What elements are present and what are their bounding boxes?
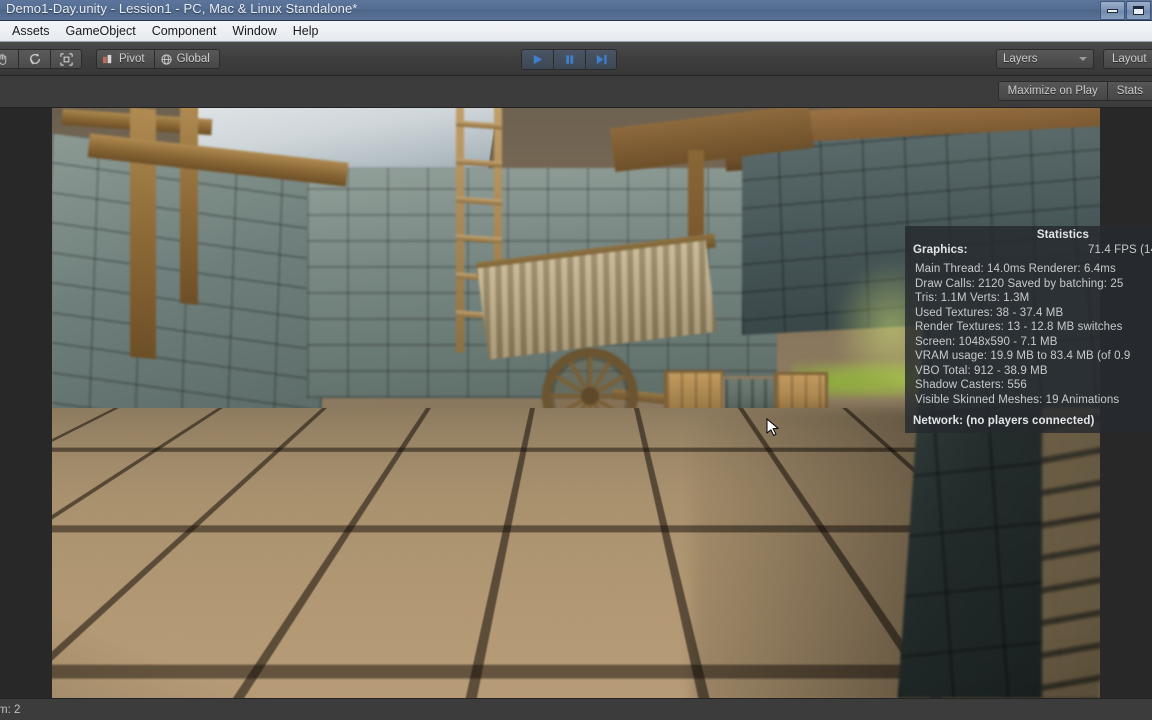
wood-beam-left-2 bbox=[180, 108, 198, 305]
stat-line: Render Textures: 13 - 12.8 MB switches bbox=[915, 320, 1152, 335]
layout-label: Layout bbox=[1112, 53, 1147, 65]
rotate-icon bbox=[28, 52, 42, 66]
play-controls-group bbox=[521, 49, 617, 69]
game-view[interactable]: Statistics Graphics: 71.4 FPS (14 Main T… bbox=[0, 108, 1152, 698]
pivot-label: Pivot bbox=[119, 53, 145, 65]
globe-icon bbox=[161, 54, 172, 65]
window-titlebar: Demo1-Day.unity - Lession1 - PC, Mac & L… bbox=[0, 0, 1152, 21]
layers-label: Layers bbox=[1003, 53, 1038, 65]
global-button[interactable]: Global bbox=[154, 49, 220, 69]
status-bar: m: 2 bbox=[0, 698, 1152, 720]
stat-line: Screen: 1048x590 - 7.1 MB bbox=[915, 335, 1152, 350]
stat-line: Main Thread: 14.0ms Renderer: 6.4ms bbox=[915, 262, 1152, 277]
window-title: Demo1-Day.unity - Lession1 - PC, Mac & L… bbox=[6, 1, 357, 16]
minimize-icon bbox=[1107, 9, 1118, 13]
stat-line: Visible Skinned Meshes: 19 Animations bbox=[915, 393, 1152, 408]
statistics-lines: Main Thread: 14.0ms Renderer: 6.4ms Draw… bbox=[905, 256, 1152, 407]
step-icon bbox=[595, 53, 608, 66]
hand-tool-button[interactable] bbox=[0, 49, 18, 69]
maximize-on-play-button[interactable]: Maximize on Play bbox=[998, 81, 1107, 101]
menu-bar: Assets GameObject Component Window Help bbox=[0, 21, 1152, 42]
layers-dropdown[interactable]: Layers bbox=[996, 49, 1094, 69]
chevron-down-icon bbox=[1079, 57, 1087, 61]
stat-line: Used Textures: 38 - 37.4 MB bbox=[915, 306, 1152, 321]
stat-line: Tris: 1.1M Verts: 1.3M bbox=[915, 291, 1152, 306]
cast-shadow bbox=[692, 408, 1100, 698]
fps-value: 71.4 FPS (14 bbox=[1088, 244, 1152, 256]
hand-icon bbox=[0, 53, 9, 66]
menu-item-assets[interactable]: Assets bbox=[4, 22, 58, 40]
pivot-icon bbox=[103, 54, 114, 65]
stats-button[interactable]: Stats bbox=[1107, 81, 1152, 101]
graphics-label: Graphics: bbox=[913, 244, 968, 256]
window-controls bbox=[1100, 0, 1152, 21]
menu-item-help[interactable]: Help bbox=[285, 22, 327, 40]
mouse-cursor bbox=[766, 418, 780, 438]
network-status: Network: (no players connected) bbox=[905, 407, 1152, 427]
play-button[interactable] bbox=[521, 49, 553, 70]
rect-transform-icon bbox=[59, 52, 74, 67]
maximize-button[interactable] bbox=[1126, 1, 1151, 20]
stat-line: Shadow Casters: 556 bbox=[915, 378, 1152, 393]
statistics-overlay: Statistics Graphics: 71.4 FPS (14 Main T… bbox=[905, 226, 1152, 433]
rect-transform-tool-button[interactable] bbox=[50, 49, 82, 69]
layout-dropdown[interactable]: Layout bbox=[1103, 49, 1152, 69]
play-icon bbox=[531, 53, 544, 66]
stat-line: VBO Total: 912 - 38.9 MB bbox=[915, 364, 1152, 379]
global-label: Global bbox=[177, 53, 210, 65]
menu-item-gameobject[interactable]: GameObject bbox=[58, 22, 144, 40]
pause-button[interactable] bbox=[553, 49, 585, 70]
stat-line: Draw Calls: 2120 Saved by batching: 25 bbox=[915, 277, 1152, 292]
step-button[interactable] bbox=[585, 49, 617, 70]
rotate-tool-button[interactable] bbox=[18, 49, 50, 69]
transform-tools-group bbox=[0, 49, 82, 69]
unity-toolbar: Pivot Global Layers Layout bbox=[0, 42, 1152, 76]
gameview-toolbar: Maximize on Play Stats bbox=[0, 76, 1152, 108]
statistics-graphics-row: Graphics: 71.4 FPS (14 bbox=[905, 244, 1152, 256]
menu-item-component[interactable]: Component bbox=[144, 22, 225, 40]
status-text: m: 2 bbox=[0, 704, 20, 716]
maximize-icon bbox=[1133, 6, 1144, 15]
gameview-toolbar-right: Maximize on Play Stats bbox=[998, 81, 1152, 101]
minimize-button[interactable] bbox=[1100, 1, 1125, 20]
stat-line: VRAM usage: 19.9 MB to 83.4 MB (of 0.9 bbox=[915, 349, 1152, 364]
layers-dropdown-group: Layers bbox=[996, 49, 1094, 69]
layout-dropdown-group: Layout bbox=[1103, 49, 1152, 69]
unity-editor-window: Demo1-Day.unity - Lession1 - PC, Mac & L… bbox=[0, 0, 1152, 720]
pause-icon bbox=[563, 53, 576, 66]
pivot-global-group: Pivot Global bbox=[96, 49, 220, 69]
pivot-button[interactable]: Pivot bbox=[96, 49, 154, 69]
statistics-title: Statistics bbox=[905, 229, 1152, 241]
menu-item-window[interactable]: Window bbox=[224, 22, 284, 40]
